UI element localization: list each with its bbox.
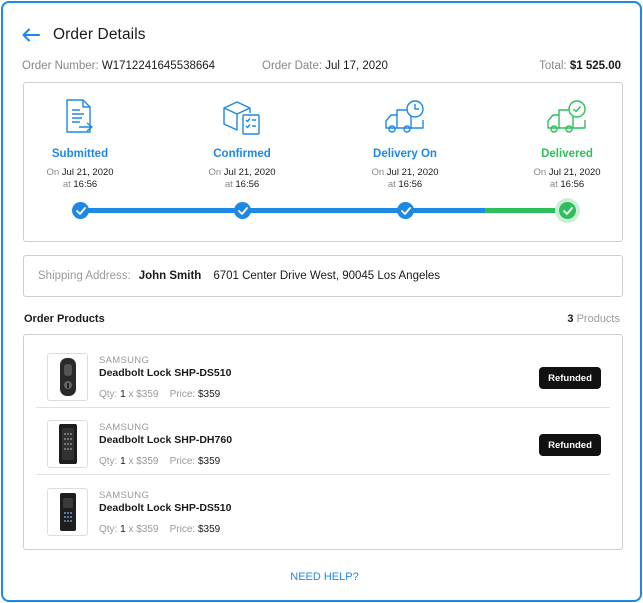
price-value: $359 — [197, 389, 221, 400]
product-name[interactable]: Deadbolt Lock SHP-DS510 — [99, 367, 231, 379]
step-on: On — [533, 167, 547, 178]
price-value: $359 — [197, 524, 221, 535]
list-item[interactable]: SAMSUNG Deadbolt Lock SHP-DH760 Qty: 1 x… — [36, 408, 610, 475]
progress-line — [80, 208, 485, 213]
shipping-label: Shipping Address: — [38, 270, 131, 282]
step-label: Delivery On — [373, 148, 437, 160]
qty-value: 1 — [120, 389, 126, 400]
step-time: 16:56 — [560, 179, 585, 190]
product-brand: SAMSUNG — [99, 490, 150, 501]
step-check-icon — [234, 202, 251, 219]
step-at: at — [549, 179, 558, 190]
price-label: Price: — [169, 524, 196, 535]
qty-value: 1 — [120, 456, 126, 467]
order-number: Order Number: W1712241645538664 — [22, 60, 215, 72]
order-number-value: W1712241645538664 — [101, 60, 216, 72]
step-on: On — [208, 167, 222, 178]
step-check-icon — [559, 202, 576, 219]
step-on: On — [371, 167, 385, 178]
status-badge: Refunded — [539, 367, 601, 389]
product-brand: SAMSUNG — [99, 355, 150, 366]
price-label: Price: — [169, 389, 196, 400]
shipping-address: Shipping Address: John Smith 6701 Center… — [23, 255, 623, 297]
qty-label: Qty: — [99, 524, 118, 535]
need-help-link[interactable]: NEED HELP? — [3, 571, 643, 583]
page-title: Order Details — [53, 26, 146, 43]
step-date-value: Jul 21, 2020 — [223, 167, 276, 178]
product-brand: SAMSUNG — [99, 422, 150, 433]
unit-price: $359 — [136, 389, 159, 400]
step-time: 16:56 — [235, 179, 260, 190]
step-delivery-on: Delivery On On Jul 21, 2020 at 16:56 — [350, 97, 460, 191]
step-check-icon — [72, 202, 89, 219]
step-label: Delivered — [541, 148, 593, 160]
qty-label: Qty: — [99, 456, 118, 467]
step-date: On Jul 21, 2020 at 16:56 — [187, 167, 297, 191]
step-submitted: Submitted On Jul 21, 2020 at 16:56 — [25, 97, 135, 191]
qty-times: x — [128, 389, 134, 400]
shipping-name: John Smith — [138, 270, 202, 282]
product-image — [47, 420, 88, 468]
qty-value: 1 — [120, 524, 126, 535]
product-count: 3 Products — [567, 313, 620, 325]
box-checklist-icon — [187, 97, 297, 137]
step-date-value: Jul 21, 2020 — [548, 167, 601, 178]
step-date-value: Jul 21, 2020 — [61, 167, 114, 178]
step-date-value: Jul 21, 2020 — [386, 167, 439, 178]
order-tracker: Submitted On Jul 21, 2020 at 16:56 Confi… — [23, 82, 623, 242]
step-check-icon — [397, 202, 414, 219]
back-arrow-icon[interactable] — [21, 25, 41, 45]
qty-times: x — [128, 524, 134, 535]
order-total-label: Total: — [539, 60, 567, 72]
product-count-value: 3 — [567, 313, 574, 325]
order-date-value: Jul 17, 2020 — [325, 60, 388, 72]
step-at: at — [387, 179, 396, 190]
unit-price: $359 — [136, 524, 159, 535]
header: Order Details — [21, 25, 146, 45]
step-time: 16:56 — [398, 179, 423, 190]
progress-line-complete — [485, 208, 569, 213]
step-on: On — [46, 167, 60, 178]
section-title: Order Products — [24, 313, 105, 325]
step-date: On Jul 21, 2020 at 16:56 — [350, 167, 460, 191]
list-item[interactable]: SAMSUNG Deadbolt Lock SHP-DS510 Qty: 1 x… — [36, 476, 610, 543]
order-date: Order Date: Jul 17, 2020 — [262, 60, 388, 72]
list-item[interactable]: SAMSUNG Deadbolt Lock SHP-DS510 Qty: 1 x… — [36, 341, 610, 408]
step-confirmed: Confirmed On Jul 21, 2020 at 16:56 — [187, 97, 297, 191]
step-label: Submitted — [51, 148, 109, 160]
document-icon — [25, 97, 135, 137]
product-name[interactable]: Deadbolt Lock SHP-DH760 — [99, 434, 232, 446]
product-list: SAMSUNG Deadbolt Lock SHP-DS510 Qty: 1 x… — [23, 334, 623, 550]
price-value: $359 — [197, 456, 221, 467]
price-label: Price: — [169, 456, 196, 467]
product-qty-price: Qty: 1 x $359 Price: $359 — [99, 456, 220, 467]
step-date: On Jul 21, 2020 at 16:56 — [25, 167, 135, 191]
step-at: at — [224, 179, 233, 190]
status-badge: Refunded — [539, 434, 601, 456]
product-image — [47, 353, 88, 401]
product-name[interactable]: Deadbolt Lock SHP-DS510 — [99, 502, 231, 514]
step-delivered: Delivered On Jul 21, 2020 at 16:56 — [512, 97, 622, 191]
step-at: at — [62, 179, 71, 190]
truck-clock-icon — [350, 97, 460, 137]
product-qty-price: Qty: 1 x $359 Price: $359 — [99, 524, 220, 535]
order-total: Total: $1 525.00 — [539, 60, 621, 72]
qty-label: Qty: — [99, 389, 118, 400]
order-details-panel: Order Details Order Number: W17122416455… — [1, 1, 642, 602]
order-total-value: $1 525.00 — [569, 60, 621, 72]
qty-times: x — [128, 456, 134, 467]
step-time: 16:56 — [73, 179, 98, 190]
product-qty-price: Qty: 1 x $359 Price: $359 — [99, 389, 220, 400]
shipping-address-value: 6701 Center Drive West, 90045 Los Angele… — [213, 270, 441, 282]
step-date: On Jul 21, 2020 at 16:56 — [512, 167, 622, 191]
order-number-label: Order Number: — [22, 60, 99, 72]
step-label: Confirmed — [213, 148, 271, 160]
unit-price: $359 — [136, 456, 159, 467]
truck-check-icon — [512, 97, 622, 137]
product-count-label: Products — [576, 313, 620, 325]
product-image — [47, 488, 88, 536]
order-date-label: Order Date: — [262, 60, 323, 72]
